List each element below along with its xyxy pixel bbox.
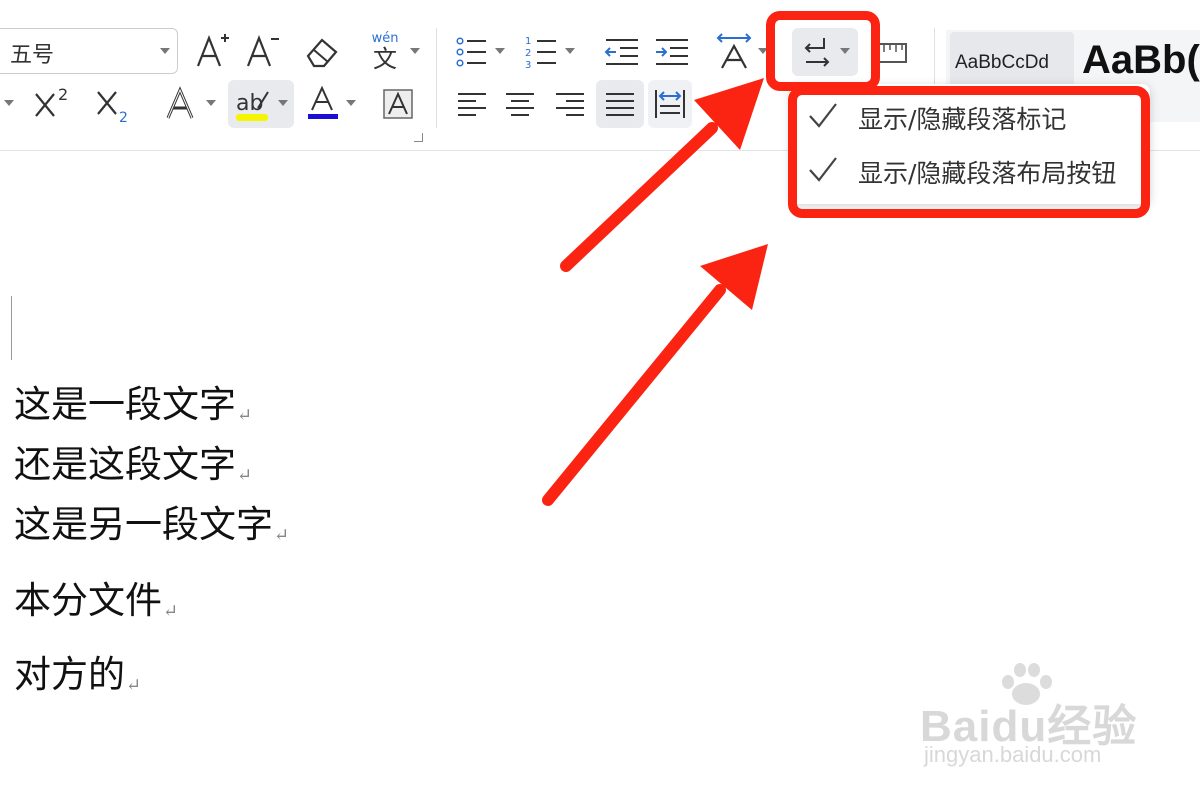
paragraph[interactable]: 这是另一段文字↵ bbox=[14, 494, 289, 548]
arrow-icon bbox=[542, 244, 768, 506]
paragraph-mark-icon: ↵ bbox=[274, 525, 290, 546]
watermark-url: jingyan.baidu.com bbox=[924, 742, 1102, 767]
paragraph[interactable]: 对方的↵ bbox=[14, 644, 141, 698]
paragraph-mark-icon: ↵ bbox=[237, 405, 253, 426]
paragraph[interactable]: 还是这段文字↵ bbox=[14, 434, 252, 488]
paragraph[interactable]: 本分文件↵ bbox=[14, 570, 178, 624]
arrow-icon bbox=[560, 78, 764, 272]
paragraph-mark-icon: ↵ bbox=[163, 601, 179, 622]
baidu-watermark: Baidu经验 jingyan.baidu.com bbox=[920, 660, 1150, 780]
paragraph-mark-icon: ↵ bbox=[237, 465, 253, 486]
margin-marker bbox=[11, 296, 12, 360]
paragraph[interactable]: 这是一段文字↵ bbox=[14, 374, 252, 428]
paragraph-mark-icon: ↵ bbox=[126, 675, 142, 696]
